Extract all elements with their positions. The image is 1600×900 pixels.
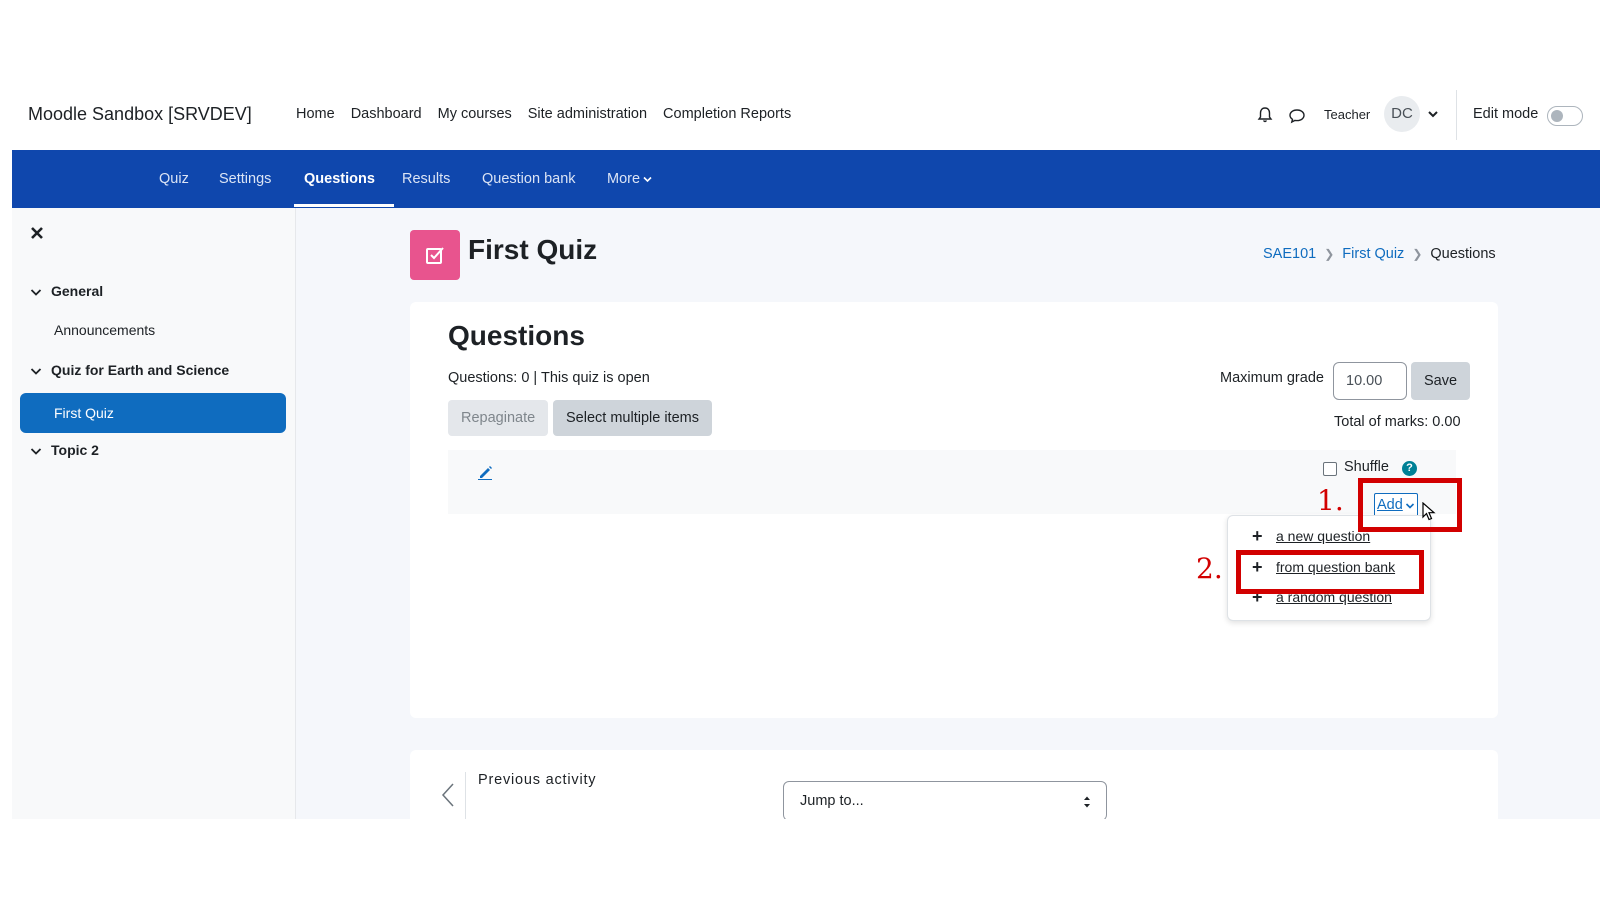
- checkbox-square-icon: [426, 247, 444, 264]
- drawer-item-first-quiz[interactable]: First Quiz: [20, 393, 286, 433]
- breadcrumb-course[interactable]: SAE101: [1263, 246, 1316, 262]
- primary-nav: Home Dashboard My courses Site administr…: [296, 106, 791, 122]
- menu-item-new-question[interactable]: + a new question: [1252, 526, 1370, 546]
- quiz-icon: [410, 230, 460, 280]
- section-label: General: [51, 283, 104, 299]
- jump-to-value: Jump to...: [800, 793, 864, 809]
- help-icon[interactable]: ?: [1402, 461, 1417, 476]
- annotation-step-1: 1.: [1317, 484, 1344, 517]
- save-button[interactable]: Save: [1411, 362, 1471, 400]
- divider: [465, 772, 466, 819]
- select-multiple-button[interactable]: Select multiple items: [553, 400, 712, 436]
- maximum-grade-input[interactable]: [1333, 362, 1407, 400]
- chevron-left-icon[interactable]: [440, 782, 456, 808]
- edit-mode-toggle[interactable]: [1547, 106, 1583, 126]
- chat-icon[interactable]: [1288, 107, 1306, 125]
- avatar[interactable]: DC: [1384, 96, 1420, 132]
- tab-more[interactable]: More: [607, 171, 652, 187]
- nav-my-courses[interactable]: My courses: [438, 106, 512, 122]
- chevron-down-icon: [30, 289, 42, 296]
- course-index-drawer: General Announcements Quiz for Earth and…: [12, 208, 296, 819]
- sort-arrows-icon: [1084, 796, 1090, 808]
- section-quiz-for-earth-and-science[interactable]: Quiz for Earth and Science: [30, 362, 229, 378]
- breadcrumb-separator-icon: ❯: [1324, 247, 1335, 261]
- drawer-item-label: First Quiz: [54, 405, 114, 421]
- secondary-nav: Quiz Settings Questions Results Question…: [12, 150, 1600, 208]
- toggle-knob: [1551, 110, 1563, 122]
- tab-questions[interactable]: Questions: [304, 171, 375, 187]
- tab-results[interactable]: Results: [402, 171, 450, 187]
- top-navbar: Moodle Sandbox [SRVDEV] Home Dashboard M…: [12, 68, 1600, 150]
- previous-activity-link[interactable]: Previous activity: [478, 772, 596, 788]
- annotation-box-add: [1358, 478, 1462, 532]
- plus-icon: +: [1252, 526, 1263, 546]
- total-marks: Total of marks: 0.00: [1334, 414, 1461, 430]
- maximum-grade-label: Maximum grade: [1220, 370, 1324, 386]
- nav-home[interactable]: Home: [296, 106, 335, 122]
- section-label: Quiz for Earth and Science: [51, 362, 230, 378]
- shuffle-label: Shuffle: [1344, 459, 1389, 475]
- tab-settings[interactable]: Settings: [219, 171, 271, 187]
- user-name[interactable]: Teacher: [1324, 107, 1370, 122]
- section-general[interactable]: General: [30, 283, 103, 299]
- chevron-down-icon: [30, 448, 42, 455]
- breadcrumb-separator-icon: ❯: [1412, 247, 1423, 261]
- questions-heading: Questions: [448, 320, 585, 351]
- jump-to-select[interactable]: Jump to...: [783, 781, 1107, 819]
- page-title: First Quiz: [468, 234, 598, 265]
- breadcrumb-current: Questions: [1430, 246, 1496, 262]
- drawer-item-announcements[interactable]: Announcements: [54, 322, 155, 338]
- active-tab-underline: [294, 204, 394, 207]
- site-brand[interactable]: Moodle Sandbox [SRVDEV]: [28, 104, 252, 125]
- close-icon[interactable]: [30, 226, 44, 240]
- repaginate-button[interactable]: Repaginate: [448, 400, 549, 436]
- nav-dashboard[interactable]: Dashboard: [351, 106, 422, 122]
- shuffle-checkbox[interactable]: [1323, 462, 1337, 476]
- annotation-step-2: 2.: [1196, 552, 1223, 585]
- breadcrumb: SAE101 ❯ First Quiz ❯ Questions: [1263, 246, 1496, 262]
- divider: [1456, 90, 1457, 140]
- chevron-down-icon: [643, 176, 652, 182]
- bell-icon[interactable]: [1256, 106, 1274, 124]
- quiz-section: Shuffle ? Add: [448, 450, 1456, 517]
- annotation-box-from-question-bank: [1236, 550, 1424, 594]
- quiz-status-info: Questions: 0 | This quiz is open: [448, 370, 650, 386]
- tab-question-bank[interactable]: Question bank: [482, 171, 576, 187]
- section-topic-2[interactable]: Topic 2: [30, 442, 99, 458]
- pencil-icon[interactable]: [477, 464, 493, 480]
- chevron-down-icon: [30, 368, 42, 375]
- nav-completion-reports[interactable]: Completion Reports: [663, 106, 791, 122]
- menu-item-label: a new question: [1276, 528, 1371, 544]
- edit-mode-label: Edit mode: [1473, 106, 1539, 122]
- activity-navigation: Previous activity Jump to...: [410, 750, 1498, 819]
- tab-more-label: More: [607, 171, 641, 187]
- nav-site-administration[interactable]: Site administration: [528, 106, 647, 122]
- chevron-down-icon[interactable]: [1427, 109, 1439, 119]
- breadcrumb-quiz[interactable]: First Quiz: [1342, 246, 1404, 262]
- tab-quiz[interactable]: Quiz: [159, 171, 189, 187]
- moodle-app: Moodle Sandbox [SRVDEV] Home Dashboard M…: [12, 68, 1600, 819]
- section-label: Topic 2: [51, 442, 99, 458]
